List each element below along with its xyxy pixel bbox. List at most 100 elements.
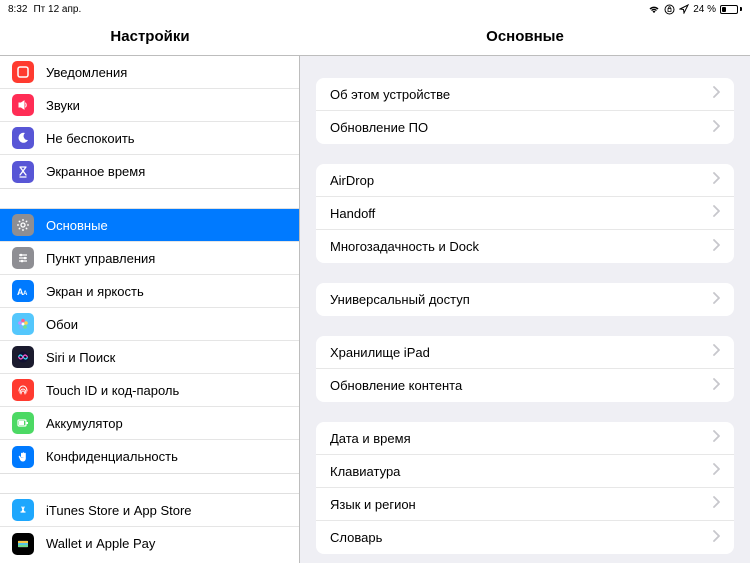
detail-group: Хранилище iPad Обновление контента [316, 336, 734, 402]
appstore-icon [12, 499, 34, 521]
sidebar-group: iTunes Store и App Store Wallet и Apple P… [0, 493, 299, 560]
sidebar-item-sounds[interactable]: Звуки [0, 89, 299, 122]
sidebar-item-wallet[interactable]: Wallet и Apple Pay [0, 527, 299, 560]
fingerprint-icon [12, 379, 34, 401]
battery-icon [720, 5, 742, 14]
chevron-right-icon [712, 462, 720, 480]
chevron-right-icon [712, 204, 720, 222]
battery-percentage: 24 % [693, 4, 716, 15]
hourglass-icon [12, 161, 34, 183]
chevron-right-icon [712, 119, 720, 137]
chevron-right-icon [712, 429, 720, 447]
battery-icon [12, 412, 34, 434]
detail-row-label: Язык и регион [330, 497, 416, 512]
sidebar-item-label: Звуки [46, 98, 80, 113]
sidebar-item-dnd[interactable]: Не беспокоить [0, 122, 299, 155]
location-icon [679, 4, 689, 14]
chevron-right-icon [712, 85, 720, 103]
textsize-icon: AA [12, 280, 34, 302]
detail-row-label: Хранилище iPad [330, 345, 430, 360]
sidebar-item-label: Wallet и Apple Pay [46, 536, 155, 551]
sidebar-item-battery[interactable]: Аккумулятор [0, 407, 299, 440]
chevron-right-icon [712, 377, 720, 395]
sidebar-item-label: Аккумулятор [46, 416, 123, 431]
detail-row[interactable]: AirDrop [316, 164, 734, 197]
sidebar-item-label: Touch ID и код-пароль [46, 383, 179, 398]
sidebar-item-general[interactable]: Основные [0, 209, 299, 242]
sidebar-item-label: Не беспокоить [46, 131, 135, 146]
status-bar: 8:32 Пт 12 апр. 24 % [0, 0, 750, 18]
sidebar-item-label: iTunes Store и App Store [46, 503, 192, 518]
chevron-right-icon [712, 343, 720, 361]
detail-group: Об этом устройстве Обновление ПО [316, 78, 734, 144]
detail-group: AirDrop Handoff Многозадачность и Dock [316, 164, 734, 263]
detail-group: Универсальный доступ [316, 283, 734, 316]
siri-icon [12, 346, 34, 368]
wifi-icon [648, 4, 660, 14]
sidebar-item-display[interactable]: AA Экран и яркость [0, 275, 299, 308]
sidebar-group: Основные Пункт управления AA Экран и яркост… [0, 208, 299, 473]
sidebar-item-touchid[interactable]: Touch ID и код-пароль [0, 374, 299, 407]
detail-row-label: Handoff [330, 206, 375, 221]
sidebar-item-label: Пункт управления [46, 251, 155, 266]
moon-icon [12, 127, 34, 149]
chevron-right-icon [712, 529, 720, 547]
detail-row-label: Обновление ПО [330, 120, 428, 135]
detail-row[interactable]: Handoff [316, 197, 734, 230]
sidebar-item-label: Конфиденциальность [46, 449, 178, 464]
sidebar-title: Настройки [0, 18, 300, 55]
sidebar-item-notifications[interactable]: Уведомления [0, 56, 299, 89]
detail-row-label: Многозадачность и Dock [330, 239, 479, 254]
sidebar-item-controlcenter[interactable]: Пункт управления [0, 242, 299, 275]
detail-row-label: Универсальный доступ [330, 292, 470, 307]
detail-row[interactable]: Дата и время [316, 422, 734, 455]
sidebar-item-siri[interactable]: Siri и Поиск [0, 341, 299, 374]
detail-row[interactable]: Многозадачность и Dock [316, 230, 734, 263]
sidebar-group-spacer [0, 188, 299, 208]
title-bar: Настройки Основные [0, 18, 750, 56]
detail-row-label: Об этом устройстве [330, 87, 450, 102]
sidebar-group-spacer [0, 473, 299, 493]
sidebar-item-label: Экранное время [46, 164, 145, 179]
svg-text:A: A [23, 291, 28, 297]
detail-pane[interactable]: Об этом устройстве Обновление ПО AirDrop Ha… [300, 56, 750, 563]
detail-group: Дата и время Клавиатура Язык и регион Слова… [316, 422, 734, 554]
detail-row-label: Обновление контента [330, 378, 462, 393]
notifications-icon [12, 61, 34, 83]
chevron-right-icon [712, 171, 720, 189]
settings-sidebar[interactable]: Уведомления Звуки Не беспокоить Экранное вр… [0, 56, 300, 563]
sidebar-item-label: Siri и Поиск [46, 350, 115, 365]
detail-title: Основные [300, 18, 750, 55]
detail-row[interactable]: Обновление ПО [316, 111, 734, 144]
sidebar-item-label: Основные [46, 218, 108, 233]
detail-row[interactable]: Об этом устройстве [316, 78, 734, 111]
detail-row[interactable]: Словарь [316, 521, 734, 554]
hand-icon [12, 446, 34, 468]
detail-row[interactable]: Обновление контента [316, 369, 734, 402]
sidebar-item-label: Уведомления [46, 65, 127, 80]
chevron-right-icon [712, 238, 720, 256]
detail-row-label: Клавиатура [330, 464, 400, 479]
sidebar-item-label: Экран и яркость [46, 284, 144, 299]
sidebar-group: Уведомления Звуки Не беспокоить Экранное вр… [0, 56, 299, 188]
wallet-icon [12, 533, 34, 555]
gear-icon [12, 214, 34, 236]
status-date: Пт 12 апр. [33, 4, 81, 15]
detail-row[interactable]: Клавиатура [316, 455, 734, 488]
sidebar-item-itunes[interactable]: iTunes Store и App Store [0, 494, 299, 527]
detail-row-label: Словарь [330, 530, 382, 545]
chevron-right-icon [712, 291, 720, 309]
detail-row-label: Дата и время [330, 431, 411, 446]
sidebar-item-screentime[interactable]: Экранное время [0, 155, 299, 188]
detail-row[interactable]: Универсальный доступ [316, 283, 734, 316]
sounds-icon [12, 94, 34, 116]
sliders-icon [12, 247, 34, 269]
detail-row[interactable]: Язык и регион [316, 488, 734, 521]
flower-icon [12, 313, 34, 335]
status-time: 8:32 [8, 4, 27, 15]
sidebar-item-privacy[interactable]: Конфиденциальность [0, 440, 299, 473]
chevron-right-icon [712, 495, 720, 513]
detail-row[interactable]: Хранилище iPad [316, 336, 734, 369]
sidebar-item-wallpaper[interactable]: Обои [0, 308, 299, 341]
orientation-lock-icon [664, 4, 675, 15]
